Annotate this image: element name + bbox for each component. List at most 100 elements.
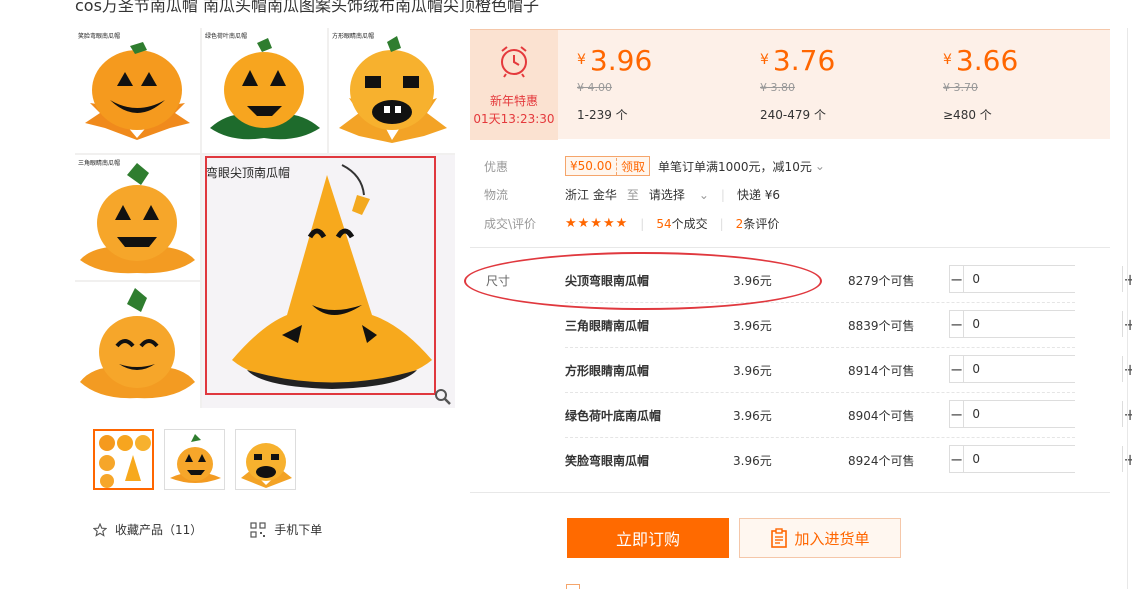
promo-label: 新年特惠: [489, 94, 538, 108]
gallery-caption: 笑脸弯眼南瓜帽: [78, 33, 121, 40]
sku-stock: 8839个可售: [848, 319, 915, 333]
sku-price: 3.96元: [733, 409, 772, 423]
tier-original-price: ¥ 3.70: [943, 81, 978, 94]
sku-stock: 8924个可售: [848, 454, 915, 468]
gallery-cell-triangle-eye-pumpkin: 三角眼睛南瓜帽: [75, 155, 200, 280]
separator: |: [720, 187, 725, 202]
thumbnail-1[interactable]: [93, 429, 154, 490]
promo-countdown: 01天13:23:30: [473, 112, 555, 126]
sku-price: 3.96元: [733, 454, 772, 468]
tier-original-price: ¥ 3.80: [760, 81, 795, 94]
pumpkin-image: [210, 38, 320, 140]
product-title: cos万圣节南瓜帽 南瓜头帽南瓜图案头饰绒布南瓜帽尖顶橙色帽子: [75, 0, 540, 15]
deals-row: 成交\评价 ★★★★★ | 54个成交 | 2条评价: [484, 215, 779, 232]
price-tier-2: ¥3.76 ¥ 3.80 240-479 个: [760, 44, 930, 123]
reviews-link[interactable]: 2条评价: [736, 215, 780, 232]
chevron-down-icon: ⌄: [698, 188, 709, 202]
sku-price: 3.96元: [733, 319, 772, 333]
product-image-gallery[interactable]: 笑脸弯眼南瓜帽 绿色荷叶南瓜帽 方形眼睛南瓜帽 三角眼睛南瓜帽 弯眼尖顶南瓜帽: [75, 28, 455, 408]
logistics-row: 物流 浙江 金华 至 请选择 ⌄ | 快递 ¥6: [484, 186, 780, 203]
thumbnail-image: [170, 434, 221, 483]
thumbnail-2[interactable]: [164, 429, 225, 490]
quantity-input[interactable]: [964, 311, 1123, 337]
sku-row: 方形眼睛南瓜帽 3.96元 8914个可售 − +: [470, 348, 1132, 393]
quantity-input[interactable]: [964, 446, 1123, 472]
main-image-highlight-frame: [205, 156, 436, 395]
sku-stock: 8914个可售: [848, 364, 915, 378]
sku-stock: 8279个可售: [848, 274, 915, 288]
sku-row: 绿色荷叶底南瓜帽 3.96元 8904个可售 − +: [470, 393, 1132, 438]
thumbnail-strip: [93, 429, 296, 490]
gallery-caption: 方形眼睛南瓜帽: [332, 33, 375, 40]
buy-now-button[interactable]: 立即订购: [567, 518, 729, 558]
tier-price: 3.76: [772, 44, 836, 77]
gallery-caption: 弯眼尖顶南瓜帽: [206, 166, 291, 180]
thumbnail-image: [241, 443, 292, 488]
currency-symbol: ¥: [943, 52, 952, 68]
star-outline-icon: [93, 522, 107, 537]
thumbnail-image: [99, 435, 151, 488]
sku-name: 尖顶弯眼南瓜帽: [565, 274, 650, 288]
chevron-down-icon[interactable]: ⌄: [815, 159, 825, 173]
origin-location: 浙江 金华: [565, 188, 617, 202]
tier-price: 3.66: [955, 44, 1019, 77]
magnifier-icon[interactable]: [434, 388, 452, 406]
logistics-label: 物流: [484, 188, 509, 202]
gallery-caption: 三角眼睛南瓜帽: [78, 160, 121, 167]
tier-price: 3.96: [589, 44, 653, 77]
add-to-purchase-list-button[interactable]: 加入进货单: [739, 518, 901, 558]
gallery-cell-curved-eye-pumpkin: [75, 282, 200, 408]
gallery-actions: 收藏产品（11） 手机下单: [93, 521, 322, 538]
sku-stock: 8904个可售: [848, 409, 915, 423]
decrease-button[interactable]: −: [950, 446, 965, 472]
destination-select-label: 请选择: [648, 188, 685, 202]
decrease-button[interactable]: −: [950, 356, 965, 382]
gallery-cell-square-eye-pumpkin: 方形眼睛南瓜帽: [329, 28, 455, 153]
rating-stars: ★★★★★: [565, 216, 629, 231]
quantity-input[interactable]: [964, 356, 1123, 382]
shipping-fee: 快递 ¥6: [736, 188, 781, 202]
currency-symbol: ¥: [760, 52, 769, 68]
quantity-input[interactable]: [964, 401, 1123, 427]
gallery-cell-smile-pumpkin: 笑脸弯眼南瓜帽: [75, 28, 200, 153]
partial-icon: [566, 584, 580, 589]
qrcode-icon: [250, 521, 266, 538]
coupon-get-button[interactable]: 领取: [616, 157, 649, 175]
tier-quantity-range: 240-479 个: [760, 108, 826, 122]
deals-suffix: 个成交: [671, 217, 708, 231]
gallery-caption: 绿色荷叶南瓜帽: [205, 33, 248, 40]
tier-quantity-range: 1-239 个: [577, 108, 628, 122]
tier-quantity-range: ≥480 个: [943, 108, 992, 122]
discount-row: 优惠 ¥50.00 领取 单笔订单满1000元，减10元 ⌄: [484, 156, 825, 176]
reviews-suffix: 条评价: [743, 217, 780, 231]
mobile-order-label: 手机下单: [274, 523, 323, 537]
sku-row: 三角眼睛南瓜帽 3.96元 8839个可售 − +: [470, 303, 1132, 348]
decrease-button[interactable]: −: [950, 401, 965, 427]
favorite-label: 收藏产品（11）: [115, 523, 203, 537]
sku-name: 笑脸弯眼南瓜帽: [565, 454, 650, 468]
quantity-input[interactable]: [964, 266, 1123, 292]
pumpkin-image: [339, 36, 447, 143]
sku-row: 笑脸弯眼南瓜帽 3.96元 8924个可售 − +: [470, 438, 1132, 483]
price-tier-3: ¥3.66 ¥ 3.70 ≥480 个: [943, 44, 1113, 123]
coupon-amount: ¥50.00: [570, 159, 612, 173]
destination-select[interactable]: 请选择 ⌄: [649, 186, 709, 203]
deals-link[interactable]: 54个成交: [656, 215, 707, 232]
mobile-order-button[interactable]: 手机下单: [250, 521, 322, 538]
separator: |: [640, 216, 645, 231]
quantity-stepper: − +: [949, 400, 1132, 428]
quantity-stepper: − +: [949, 265, 1132, 293]
favorite-product-button[interactable]: 收藏产品（11）: [93, 521, 202, 538]
sku-name: 方形眼睛南瓜帽: [565, 364, 650, 378]
coupon-tag[interactable]: ¥50.00 领取: [565, 156, 651, 176]
decrease-button[interactable]: −: [950, 266, 965, 292]
currency-symbol: ¥: [577, 52, 586, 68]
decrease-button[interactable]: −: [950, 311, 965, 337]
clipboard-icon: [771, 528, 788, 548]
quantity-stepper: − +: [949, 310, 1132, 338]
thumbnail-3[interactable]: [235, 429, 296, 490]
divider: [470, 492, 1110, 493]
coupon-rule: 单笔订单满1000元，减10元: [658, 159, 812, 174]
pumpkin-image: [80, 163, 195, 274]
sku-name: 绿色荷叶底南瓜帽: [565, 409, 662, 423]
